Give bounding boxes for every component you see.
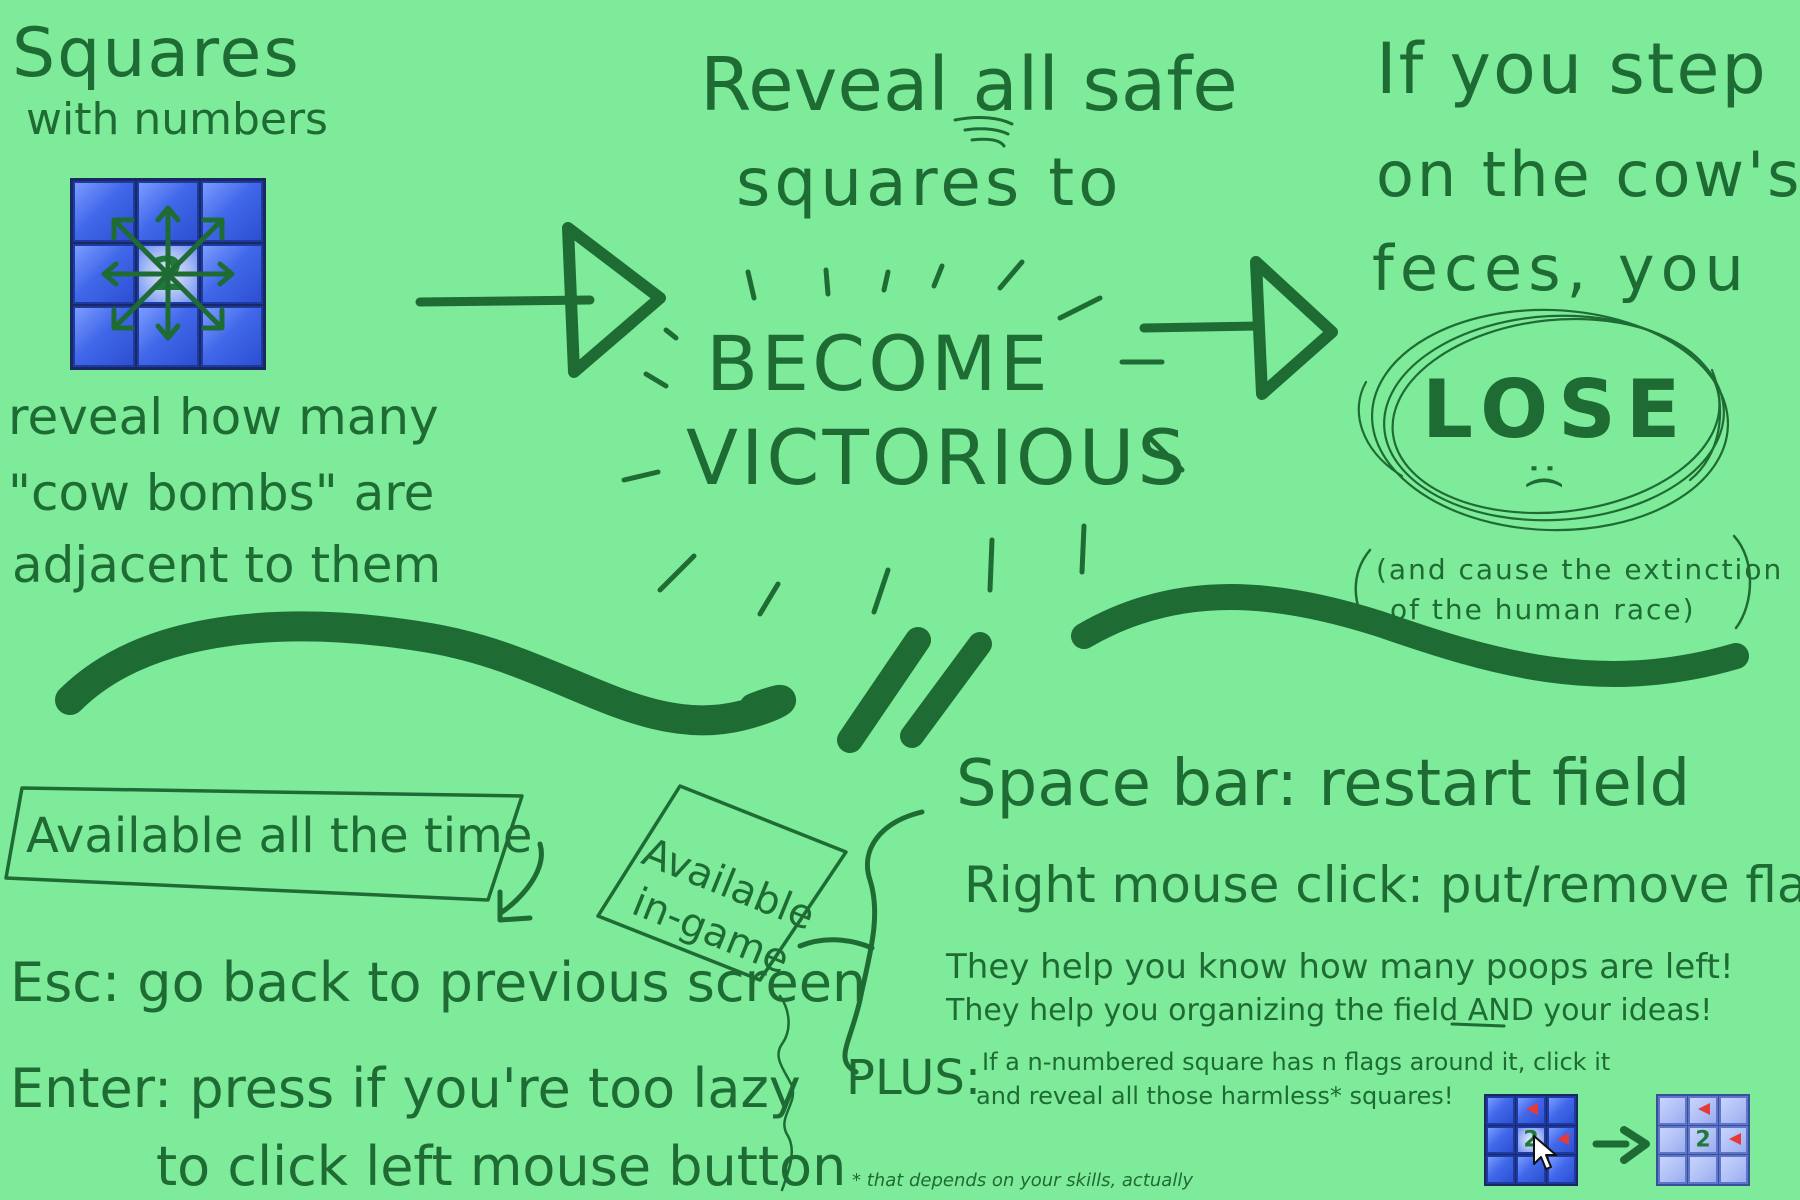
win-line-2: squares to — [736, 144, 1123, 221]
squares-heading: Squares — [12, 14, 301, 93]
instructions-screen: Squares with numbers 2 reveal how many "… — [0, 0, 1800, 1200]
revealed-tile — [1658, 1096, 1688, 1125]
divider-wave-left — [55, 611, 796, 736]
plus-arrow-head — [1620, 1126, 1650, 1164]
chord-example-after: 2 — [1656, 1094, 1750, 1186]
lose-aside-2: of the human race) — [1390, 593, 1696, 626]
arrow-to-lose — [1139, 321, 1263, 333]
revealed-tile — [1658, 1155, 1688, 1184]
squares-desc-1: reveal how many — [8, 388, 439, 446]
numbered-tile: 2 — [1688, 1125, 1718, 1155]
victory-line-1: BECOME — [706, 319, 1051, 408]
enter-instruction-2: to click left mouse button — [156, 1135, 847, 1198]
revealed-tile — [1718, 1096, 1748, 1125]
tile-number: 2 — [1695, 1127, 1711, 1153]
flagged-tile — [1688, 1096, 1718, 1125]
lose-aside-1: (and cause the extinction — [1376, 553, 1784, 586]
space-instruction: Space bar: restart field — [956, 747, 1691, 821]
flag-icon — [1526, 1103, 1539, 1115]
arrow-to-lose-head — [1250, 256, 1338, 400]
plus-tip-2: and reveal all those harmless* squares! — [976, 1082, 1454, 1110]
arrow-to-victory-head — [562, 222, 666, 378]
lose-line-1: If you step — [1376, 28, 1768, 110]
aside-paren-left — [1354, 548, 1372, 632]
tile — [1486, 1096, 1516, 1125]
victory-line-2: VICTORIOUS — [686, 413, 1189, 502]
ingame-connector — [797, 809, 925, 1075]
divider-slash-2 — [900, 632, 992, 748]
chord-example-before: 2 — [1484, 1094, 1578, 1186]
tile — [1546, 1096, 1576, 1125]
mouse-cursor-icon — [1533, 1135, 1557, 1170]
squares-desc-2: "cow bombs" are — [8, 464, 435, 522]
flag-icon — [1728, 1132, 1741, 1145]
always-available-label: Available all the time — [26, 808, 533, 864]
flags-tip-2: They help you organizing the field AND y… — [946, 993, 1713, 1028]
revealed-tile — [1688, 1155, 1718, 1184]
plus-label: PLUS: — [846, 1050, 982, 1106]
tile — [1486, 1155, 1516, 1184]
flags-tip-1: They help you know how many poops are le… — [946, 947, 1734, 987]
adjacency-arrows — [101, 205, 235, 341]
divider-slash-1 — [837, 627, 931, 753]
flagged-tile — [1516, 1096, 1546, 1125]
sad-face: :( — [1521, 461, 1568, 491]
enter-instruction-1: Enter: press if you're too lazy — [10, 1057, 801, 1120]
lose-word: LOSE — [1422, 363, 1691, 456]
flag-icon — [1698, 1103, 1711, 1115]
lose-line-2: on the cow's — [1376, 138, 1800, 211]
footnote: * that depends on your skills, actually — [852, 1170, 1193, 1191]
tile — [1486, 1125, 1516, 1155]
plus-tip-1: If a n-numbered square has n flags aroun… — [982, 1048, 1611, 1076]
lose-line-3: feces, you — [1372, 232, 1750, 305]
arrow-to-victory — [415, 295, 595, 307]
right-click-instruction: Right mouse click: put/remove flags! — [964, 856, 1800, 914]
squares-subheading: with numbers — [26, 94, 328, 145]
flagged-tile — [1718, 1125, 1748, 1155]
win-line-1: Reveal all safe — [700, 42, 1238, 128]
revealed-tile — [1718, 1155, 1748, 1184]
revealed-tile — [1658, 1125, 1688, 1155]
squares-desc-3: adjacent to them — [12, 536, 442, 594]
